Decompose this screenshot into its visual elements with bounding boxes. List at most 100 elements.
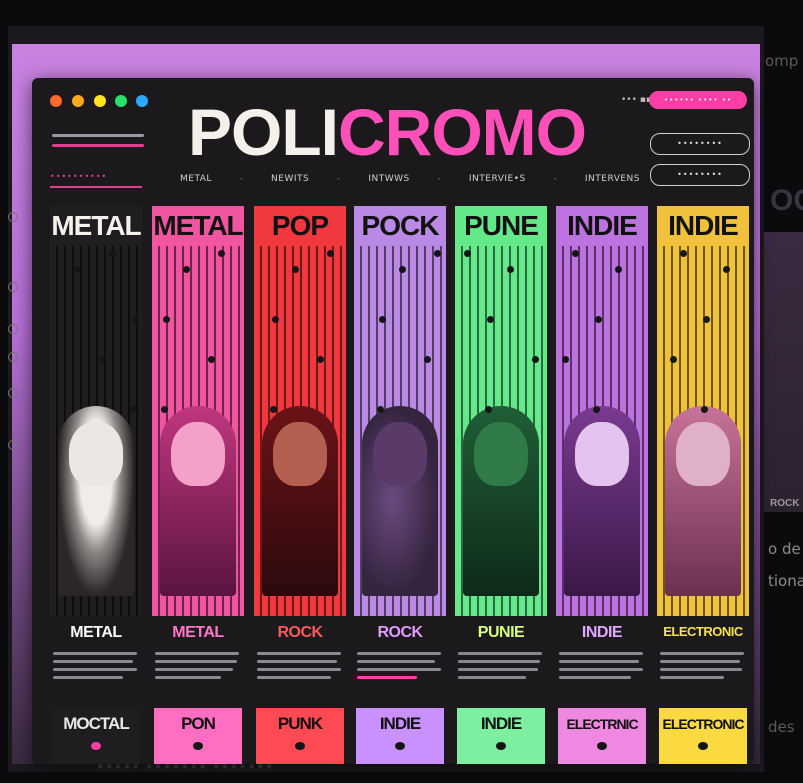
rail-icon[interactable]: [8, 352, 18, 362]
drip-mark: [701, 406, 708, 413]
band-artwork: [160, 406, 236, 596]
window-dot-icon[interactable]: [50, 95, 62, 107]
genre-label[interactable]: ROCK: [254, 624, 346, 642]
drip-mark: [532, 356, 539, 363]
genre-label[interactable]: INDIE: [556, 624, 648, 642]
genre-description: [559, 652, 645, 684]
background-text: o de: [768, 540, 801, 558]
genre-label[interactable]: PUNIE: [455, 624, 547, 642]
genre-label[interactable]: METAL: [152, 624, 244, 642]
background-text: des: [768, 718, 795, 736]
genre-description: [257, 652, 343, 684]
window-dot-icon[interactable]: [136, 95, 148, 107]
drip-mark: [593, 406, 600, 413]
genre-tile[interactable]: PUNK: [256, 708, 344, 764]
logo-part-2: CROMO: [338, 95, 587, 169]
genre-tile[interactable]: ELECTRONIC: [659, 708, 747, 764]
nav-item[interactable]: INTERVIE•S: [469, 174, 526, 188]
genre-label[interactable]: METAL: [50, 624, 142, 642]
drip-mark: [317, 356, 324, 363]
tile-label: PON: [181, 714, 216, 733]
genre-description: [357, 652, 443, 684]
nav-item[interactable]: METAL: [180, 174, 212, 188]
genre-tile[interactable]: INDIE: [457, 708, 545, 764]
nav-bar: METAL - NEWITS - INTWWS - INTERVIE•S - I…: [180, 174, 640, 188]
nav-item[interactable]: INTWWS: [368, 174, 409, 188]
drip-mark: [615, 266, 622, 273]
genre-column[interactable]: PUNE: [455, 206, 547, 616]
tile-label: INDIE: [379, 714, 421, 733]
drip-mark: [130, 406, 137, 413]
genre-column[interactable]: POP: [254, 206, 346, 616]
site-logo[interactable]: POLICROMO: [188, 95, 587, 169]
drip-mark: [507, 266, 514, 273]
side-peek-panel: [764, 232, 803, 512]
drip-mark: [270, 406, 277, 413]
duo-artwork: [262, 406, 338, 596]
artwork-figure: [373, 422, 427, 486]
rail-icon[interactable]: [8, 212, 18, 222]
genre-label[interactable]: ELECTRONIC: [657, 624, 749, 639]
artwork-figure: [69, 422, 123, 486]
artwork-figure: [273, 422, 327, 486]
rail-icon[interactable]: [8, 324, 18, 334]
drip-mark: [399, 266, 406, 273]
rail-icon[interactable]: [8, 388, 18, 398]
drip-mark: [74, 266, 81, 273]
drip-mark: [572, 250, 579, 257]
drip-mark: [99, 356, 106, 363]
window-dot-icon[interactable]: [72, 95, 84, 107]
left-rail: [0, 190, 30, 490]
genre-description: [155, 652, 241, 684]
dot-icon: [698, 742, 708, 750]
drip-mark: [379, 316, 386, 323]
subscribe-pill-button[interactable]: •••••• •••• ••: [649, 91, 747, 109]
genre-tile[interactable]: INDIE: [356, 708, 444, 764]
nav-item[interactable]: INTERVENS: [585, 174, 640, 188]
tile-label: MOCTAL: [63, 714, 129, 733]
window-dot-icon[interactable]: [94, 95, 106, 107]
genre-column[interactable]: POCK: [354, 206, 446, 616]
drip-mark: [723, 266, 730, 273]
artwork-figure: [676, 422, 730, 486]
drip-mark: [485, 406, 492, 413]
tile-label: PUNK: [277, 714, 323, 733]
drip-mark: [183, 266, 190, 273]
genre-tile[interactable]: PON: [154, 708, 242, 764]
rail-icon[interactable]: [8, 282, 18, 292]
drip-mark: [272, 316, 279, 323]
tile-label: ELECTRONIC: [662, 716, 745, 732]
genre-column[interactable]: METAL: [50, 206, 142, 616]
artwork-figure: [575, 422, 629, 486]
drip-mark: [163, 316, 170, 323]
genre-title: POCK: [361, 210, 440, 241]
genre-column[interactable]: INDIE: [657, 206, 749, 616]
drip-mark: [208, 356, 215, 363]
genre-title: METAL: [51, 210, 141, 241]
tile-label: INDIE: [480, 714, 522, 733]
genre-title: POP: [271, 210, 329, 241]
tile-label: ELECTRNIC: [566, 716, 638, 732]
genre-column[interactable]: INDIE: [556, 206, 648, 616]
drip-mark: [424, 356, 431, 363]
genre-tile[interactable]: ELECTRNIC: [558, 708, 646, 764]
genre-tile[interactable]: MOCTAL: [52, 708, 140, 764]
drip-mark: [680, 250, 687, 257]
drip-mark: [161, 406, 168, 413]
drip-mark: [292, 266, 299, 273]
header-button[interactable]: ••••••••: [650, 133, 750, 155]
side-tag[interactable]: ••••••••••: [50, 172, 142, 188]
face-artwork: [665, 406, 741, 596]
header-button[interactable]: ••••••••: [650, 164, 750, 186]
genre-title: METAL: [153, 210, 243, 241]
drip-mark: [562, 356, 569, 363]
genre-column[interactable]: METAL: [152, 206, 244, 616]
artwork-figure: [171, 422, 225, 486]
genre-label[interactable]: ROCK: [354, 624, 446, 642]
window-dot-icon[interactable]: [115, 95, 127, 107]
background-text: tiona: [768, 572, 803, 590]
heart-icon: [91, 742, 101, 750]
drip-mark: [377, 406, 384, 413]
nav-item[interactable]: NEWITS: [271, 174, 309, 188]
rail-icon[interactable]: [8, 440, 18, 450]
